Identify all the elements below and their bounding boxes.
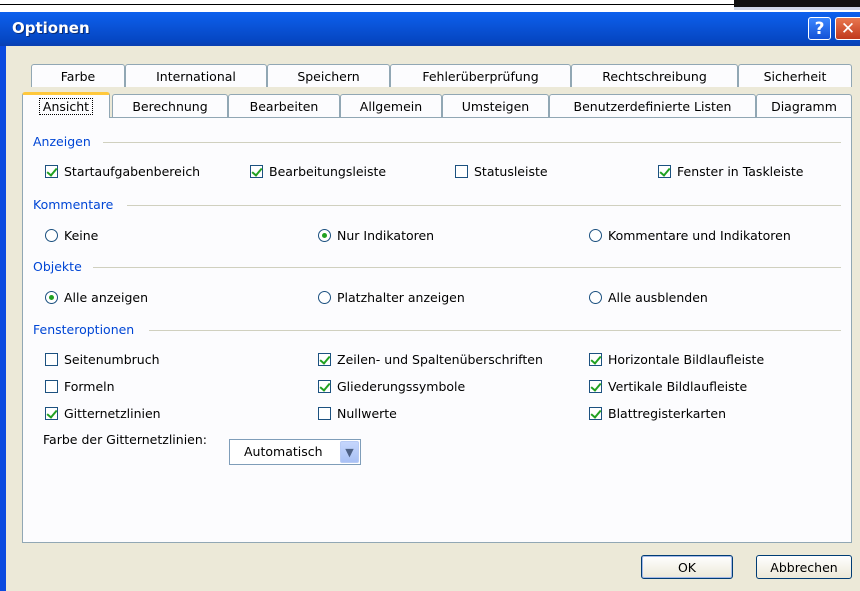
checkbox-label: Gliederungssymbole xyxy=(337,379,466,394)
checkbox-gliederungssymbole[interactable]: Gliederungssymbole xyxy=(318,379,465,394)
radio-label: Alle ausblenden xyxy=(608,290,708,305)
checkbox-box[interactable] xyxy=(45,353,58,366)
checkbox-label: Formeln xyxy=(64,379,115,394)
checkbox-box[interactable] xyxy=(455,165,468,178)
checkbox-statusleiste[interactable]: Statusleiste xyxy=(455,164,548,179)
radio-circle[interactable] xyxy=(318,229,331,242)
cancel-button[interactable]: Abbrechen xyxy=(756,555,852,579)
tab-international[interactable]: International xyxy=(125,64,267,87)
checkbox-label: Zeilen- und Spaltenüberschriften xyxy=(337,352,543,367)
tab-farbe[interactable]: Farbe xyxy=(31,64,125,87)
checkbox-label: Bearbeitungsleiste xyxy=(269,164,387,179)
checkbox-seitenumbruch[interactable]: Seitenumbruch xyxy=(45,352,160,367)
group-fensteroptionen-title: Fensteroptionen xyxy=(33,322,135,337)
tab-sicherheit[interactable]: Sicherheit xyxy=(738,64,852,87)
screen-top-bar xyxy=(734,0,860,10)
checkbox-label: Statusleiste xyxy=(474,164,548,179)
checkbox-box[interactable] xyxy=(658,165,671,178)
checkbox-label: Horizontale Bildlaufleiste xyxy=(608,352,765,367)
checkbox-horizontale-bildlaufleiste[interactable]: Horizontale Bildlaufleiste xyxy=(589,352,764,367)
group-kommentare-title: Kommentare xyxy=(33,197,114,212)
group-fensteroptionen-line xyxy=(149,330,841,331)
radio-circle[interactable] xyxy=(45,291,58,304)
checkbox-label: Vertikale Bildlaufleiste xyxy=(608,379,748,394)
group-objekte-line xyxy=(93,267,841,268)
checkbox-box[interactable] xyxy=(45,380,58,393)
ok-button[interactable]: OK xyxy=(641,555,733,579)
radio-kommentare-und-indikatoren[interactable]: Kommentare und Indikatoren xyxy=(589,228,791,243)
gridcolor-select[interactable]: Automatisch ▼ xyxy=(229,439,361,465)
radio-nur-indikatoren[interactable]: Nur Indikatoren xyxy=(318,228,434,243)
checkbox-label: Gitternetzlinien xyxy=(64,406,161,421)
checkbox-label: Fenster in Taskleiste xyxy=(677,164,804,179)
tab-umsteigen[interactable]: Umsteigen xyxy=(442,94,549,117)
help-icon: ? xyxy=(814,18,825,39)
radio-circle[interactable] xyxy=(589,229,602,242)
group-anzeigen-line xyxy=(103,142,841,143)
checkbox-box[interactable] xyxy=(318,353,331,366)
radio-platzhalter-anzeigen[interactable]: Platzhalter anzeigen xyxy=(318,290,465,305)
checkbox-label: Blattregisterkarten xyxy=(608,406,727,421)
checkbox-box[interactable] xyxy=(45,165,58,178)
group-objekte-title: Objekte xyxy=(33,259,82,274)
radio-circle[interactable] xyxy=(45,229,58,242)
help-button[interactable]: ? xyxy=(808,17,831,40)
checkbox-box[interactable] xyxy=(318,407,331,420)
checkbox-formeln[interactable]: Formeln xyxy=(45,379,115,394)
radio-alle-anzeigen[interactable]: Alle anzeigen xyxy=(45,290,148,305)
radio-circle[interactable] xyxy=(318,291,331,304)
title-bar[interactable]: Optionen ? ✕ xyxy=(0,12,860,46)
chevron-down-icon[interactable]: ▼ xyxy=(340,441,359,463)
checkbox-box[interactable] xyxy=(318,380,331,393)
screen-top-line xyxy=(0,4,734,5)
checkbox-blattregisterkarten[interactable]: Blattregisterkarten xyxy=(589,406,726,421)
group-kommentare-line xyxy=(127,205,841,206)
checkbox-box[interactable] xyxy=(250,165,263,178)
tab-allgemein[interactable]: Allgemein xyxy=(340,94,442,117)
radio-label: Keine xyxy=(64,228,99,243)
checkbox-box[interactable] xyxy=(589,380,602,393)
tab-bearbeiten[interactable]: Bearbeiten xyxy=(228,94,340,117)
tab-panel-ansicht: Anzeigen Startaufgabenbereich Bearbeitun… xyxy=(22,117,852,543)
window-title: Optionen xyxy=(12,19,90,37)
checkbox-gitternetzlinien[interactable]: Gitternetzlinien xyxy=(45,406,161,421)
checkbox-fenster-in-taskleiste[interactable]: Fenster in Taskleiste xyxy=(658,164,803,179)
checkbox-label: Nullwerte xyxy=(337,406,397,421)
checkbox-label: Seitenumbruch xyxy=(64,352,160,367)
checkbox-box[interactable] xyxy=(45,407,58,420)
gridcolor-label: Farbe der Gitternetzlinien: xyxy=(43,432,207,447)
checkbox-zeilen-spaltenueberschriften[interactable]: Zeilen- und Spaltenüberschriften xyxy=(318,352,543,367)
radio-alle-ausblenden[interactable]: Alle ausblenden xyxy=(589,290,708,305)
tab-diagramm[interactable]: Diagramm xyxy=(756,94,852,117)
radio-label: Kommentare und Indikatoren xyxy=(608,228,791,243)
window-frame-left xyxy=(0,46,6,591)
radio-circle[interactable] xyxy=(589,291,602,304)
tab-benutzerdefinierte-listen[interactable]: Benutzerdefinierte Listen xyxy=(549,94,756,117)
tab-speichern[interactable]: Speichern xyxy=(267,64,390,87)
checkbox-bearbeitungsleiste[interactable]: Bearbeitungsleiste xyxy=(250,164,386,179)
checkbox-vertikale-bildlaufleiste[interactable]: Vertikale Bildlaufleiste xyxy=(589,379,747,394)
close-button[interactable]: ✕ xyxy=(835,17,860,40)
checkbox-nullwerte[interactable]: Nullwerte xyxy=(318,406,397,421)
tab-fehlerpruefung[interactable]: Fehlerüberprüfung xyxy=(390,64,571,87)
options-dialog: Optionen ? ✕ Farbe International Speiche… xyxy=(0,12,860,591)
radio-keine[interactable]: Keine xyxy=(45,228,98,243)
radio-label: Platzhalter anzeigen xyxy=(337,290,465,305)
checkbox-box[interactable] xyxy=(589,353,602,366)
radio-label: Nur Indikatoren xyxy=(337,228,435,243)
checkbox-startaufgabenbereich[interactable]: Startaufgabenbereich xyxy=(45,164,200,179)
gridcolor-value: Automatisch xyxy=(244,444,323,459)
close-icon: ✕ xyxy=(840,18,856,39)
checkbox-box[interactable] xyxy=(589,407,602,420)
radio-label: Alle anzeigen xyxy=(64,290,149,305)
checkbox-label: Startaufgabenbereich xyxy=(64,164,201,179)
tab-ansicht[interactable]: Ansicht xyxy=(22,92,110,118)
group-anzeigen-title: Anzeigen xyxy=(33,134,91,149)
tab-berechnung[interactable]: Berechnung xyxy=(112,94,228,117)
tab-rechtschreibung[interactable]: Rechtschreibung xyxy=(571,64,738,87)
